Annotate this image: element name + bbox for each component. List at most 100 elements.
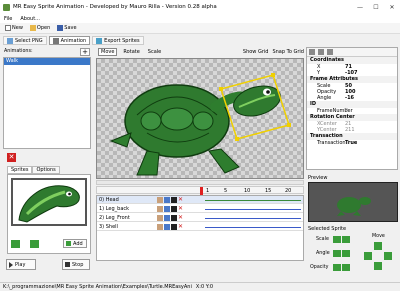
add-sprite-label: Add xyxy=(73,240,83,247)
next-sprite-button[interactable] xyxy=(30,240,39,248)
scale-tool[interactable]: Scale xyxy=(146,49,163,55)
section-id[interactable]: ID xyxy=(307,101,397,108)
rotate-tool[interactable]: Rotate xyxy=(121,49,141,55)
prop-transaction[interactable]: Transaction True xyxy=(307,140,397,146)
table-row[interactable]: 3) Shell ✕ xyxy=(97,223,303,231)
add-sprite-button[interactable]: Add xyxy=(63,239,87,248)
sprite-icon[interactable] xyxy=(157,196,163,203)
visibility-icon[interactable] xyxy=(171,196,177,203)
playhead-marker[interactable] xyxy=(200,187,203,195)
tab-animation-label: Animation xyxy=(60,37,87,44)
prop-value[interactable]: True xyxy=(343,140,357,146)
move-icon[interactable] xyxy=(164,196,170,203)
angle-stepper[interactable] xyxy=(333,250,351,258)
menu-about[interactable]: About... xyxy=(20,16,40,22)
sprite-icon[interactable] xyxy=(157,214,163,221)
add-animation-button[interactable]: + xyxy=(80,48,90,56)
sprite-icon[interactable] xyxy=(157,205,163,212)
opacity-stepper[interactable] xyxy=(333,264,351,272)
delete-layer-icon[interactable]: ✕ xyxy=(178,205,184,212)
section-rotation-center[interactable]: Rotation Center xyxy=(307,114,397,121)
visibility-icon[interactable] xyxy=(171,223,177,230)
tab-animation[interactable]: Animation xyxy=(48,36,91,45)
decrease-icon[interactable] xyxy=(333,250,341,257)
window-controls: — ☐ ✕ xyxy=(352,0,400,14)
table-row[interactable]: 0) Head ✕ xyxy=(97,196,303,204)
properties-panel: Coordinates X 71 Y -107 Frame Attributes S… xyxy=(306,47,398,170)
add-icon xyxy=(66,241,71,246)
prop-value[interactable]: -16 xyxy=(343,95,354,101)
table-row[interactable]: 1) Leg_back ✕ xyxy=(97,205,303,213)
sprite-thumbnail[interactable] xyxy=(11,178,87,226)
play-icon xyxy=(9,261,13,268)
menu-file[interactable]: File xyxy=(4,16,12,22)
maximize-button[interactable]: ☐ xyxy=(368,0,384,14)
visibility-icon[interactable] xyxy=(171,214,177,221)
prev-sprite-button[interactable] xyxy=(11,240,20,248)
alphabetical-icon[interactable] xyxy=(318,49,324,55)
keyframe-track xyxy=(205,200,301,201)
move-tool[interactable]: Move xyxy=(98,48,118,56)
move-icon[interactable] xyxy=(164,214,170,221)
section-transaction[interactable]: Transaction xyxy=(307,133,397,140)
increase-icon[interactable] xyxy=(342,250,350,257)
tab-options[interactable]: Options xyxy=(32,166,60,174)
tab-select-png[interactable]: Select PNG xyxy=(3,36,47,45)
categorized-icon[interactable] xyxy=(309,49,315,55)
increase-icon[interactable] xyxy=(342,264,350,271)
open-button[interactable]: Open xyxy=(28,25,52,31)
increase-icon[interactable] xyxy=(342,236,350,243)
sprite-subtabs: Sprites Options xyxy=(7,166,60,174)
delete-animation-button[interactable]: ✕ xyxy=(7,153,16,162)
status-bar: K:\_programmazione\MR Easy Sprite Animat… xyxy=(0,282,400,291)
selection-handle[interactable] xyxy=(219,87,223,91)
tick-label: 1 xyxy=(206,188,210,194)
move-up-button[interactable] xyxy=(374,242,382,250)
section-frame-attributes[interactable]: Frame Attributes xyxy=(307,76,397,83)
list-item[interactable]: Walk xyxy=(4,58,90,65)
show-grid-toggle[interactable]: Show Grid xyxy=(243,49,269,55)
layer-name: 2) Leg_Front xyxy=(99,214,130,221)
stop-button[interactable]: Stop xyxy=(62,259,90,270)
opacity-label: Opacity xyxy=(310,265,329,270)
tab-sprites[interactable]: Sprites xyxy=(7,166,33,174)
property-pages-icon[interactable] xyxy=(327,49,333,55)
decrease-icon[interactable] xyxy=(333,264,341,271)
layer-name: 1) Leg_back xyxy=(99,205,130,212)
turtle-head-thumbnail xyxy=(18,185,80,223)
new-file-icon xyxy=(5,25,11,31)
new-button[interactable]: New xyxy=(3,25,25,31)
move-icon[interactable] xyxy=(164,205,170,212)
sprite-icon[interactable] xyxy=(157,223,163,230)
save-button[interactable]: Save xyxy=(55,25,78,31)
decrease-icon[interactable] xyxy=(333,236,341,243)
tab-export-sprites[interactable]: Export Sprites xyxy=(92,36,144,45)
move-left-button[interactable] xyxy=(364,252,372,260)
animation-list[interactable]: Walk xyxy=(3,57,91,149)
minimize-button[interactable]: — xyxy=(352,0,368,14)
canvas-scrollbar[interactable] xyxy=(96,180,304,185)
prop-key: Transaction xyxy=(317,140,346,146)
move-right-button[interactable] xyxy=(384,252,392,260)
selection-handle[interactable] xyxy=(235,137,239,141)
table-row[interactable]: 2) Leg_Front ✕ xyxy=(97,214,303,222)
animation-canvas[interactable] xyxy=(96,58,304,179)
cursor-coordinates: X:0 Y:0 xyxy=(195,284,213,290)
menu-bar: File About... xyxy=(0,14,400,23)
snap-to-grid-toggle[interactable]: Snap To Grid xyxy=(272,49,304,55)
folder-icon xyxy=(29,25,36,31)
visibility-icon[interactable] xyxy=(171,205,177,212)
selection-handle[interactable] xyxy=(271,73,275,77)
close-button[interactable]: ✕ xyxy=(384,0,400,14)
delete-layer-icon[interactable]: ✕ xyxy=(178,196,184,203)
move-icon[interactable] xyxy=(164,223,170,230)
delete-layer-icon[interactable]: ✕ xyxy=(178,223,184,230)
delete-layer-icon[interactable]: ✕ xyxy=(178,214,184,221)
move-down-button[interactable] xyxy=(374,262,382,270)
animations-label: Animations: xyxy=(4,49,33,54)
selection-handle[interactable] xyxy=(287,123,291,127)
play-button[interactable]: Play xyxy=(6,259,36,270)
scale-stepper[interactable] xyxy=(333,236,351,244)
section-coordinates[interactable]: Coordinates xyxy=(307,57,397,64)
open-label: Open xyxy=(36,25,51,31)
